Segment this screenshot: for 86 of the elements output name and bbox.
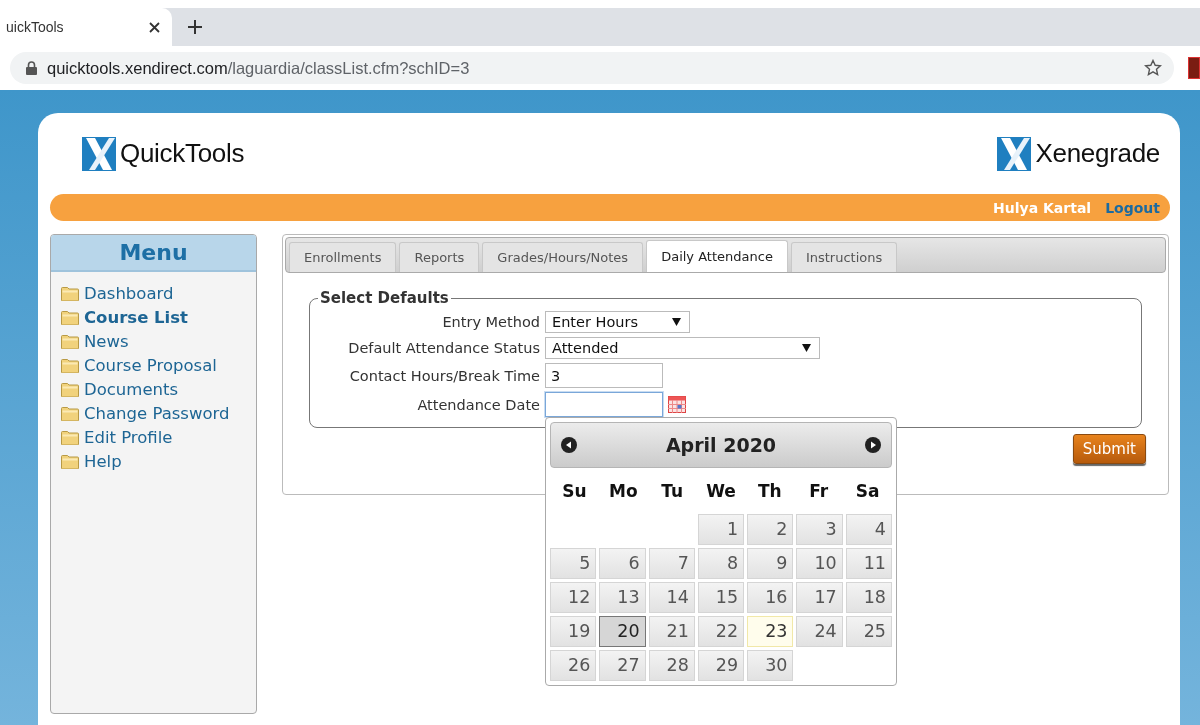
day-cell[interactable]: 13 <box>599 582 646 613</box>
folder-icon <box>61 309 79 325</box>
day-cell[interactable]: 23 <box>747 616 794 647</box>
weekday-label: Sa <box>854 481 881 501</box>
field-label: Contact Hours/Break Time <box>348 367 540 384</box>
browser-tab[interactable]: uickTools <box>0 8 172 46</box>
tab[interactable]: Enrollments <box>289 242 397 272</box>
submit-button[interactable]: Submit <box>1072 434 1146 464</box>
day-cell[interactable]: 30 <box>747 650 794 681</box>
tab[interactable]: Daily Attendance <box>646 240 788 272</box>
day-cell[interactable]: 11 <box>845 548 892 579</box>
caret-icon <box>802 344 811 352</box>
folder-icon <box>61 405 79 421</box>
weekday-label: Tu <box>660 481 685 501</box>
address-bar[interactable]: quicktools.xendirect.com/laguardia/classList.cfm?schID=3 <box>10 52 1175 84</box>
star-icon[interactable] <box>1144 59 1163 77</box>
x-logo-icon <box>997 136 1032 171</box>
date-field[interactable] <box>545 392 663 417</box>
folder-icon <box>61 453 79 469</box>
day-cell[interactable]: 2 <box>747 514 794 545</box>
day-cell[interactable]: 26 <box>550 650 597 681</box>
dropdown[interactable]: Attended <box>545 337 820 359</box>
day-cell[interactable]: 17 <box>796 582 843 613</box>
x-logo-icon <box>82 136 116 171</box>
app-logo: QuickTools <box>120 138 245 169</box>
input-field[interactable]: 3 <box>545 363 663 388</box>
menu-item[interactable]: Edit Profile <box>61 425 256 449</box>
day-cell[interactable]: 6 <box>599 548 646 579</box>
day-cell[interactable]: 19 <box>550 616 597 647</box>
day-cell[interactable]: 7 <box>648 548 695 579</box>
menu-title: Menu <box>51 235 256 272</box>
day-cell[interactable]: 29 <box>697 650 745 681</box>
tab[interactable]: Reports <box>399 242 480 272</box>
next-month-icon[interactable] <box>865 437 881 453</box>
day-cell[interactable]: 4 <box>845 514 892 545</box>
previous-month-icon[interactable] <box>561 437 577 453</box>
folder-icon <box>61 285 79 301</box>
day-cell[interactable]: 18 <box>845 582 892 613</box>
menu-item[interactable]: Course Proposal <box>61 353 256 377</box>
field-label: Attendance Date <box>416 396 540 413</box>
close-icon[interactable] <box>149 21 160 33</box>
folder-icon <box>61 357 79 373</box>
month-title: April 2020 <box>665 434 777 456</box>
day-cell[interactable]: 5 <box>550 548 597 579</box>
company-logo: Xenegrade <box>1035 138 1160 169</box>
folder-icon <box>61 333 79 349</box>
weekday-label: Fr <box>808 481 830 501</box>
day-cell[interactable]: 27 <box>599 650 646 681</box>
day-cell[interactable]: 15 <box>697 582 745 613</box>
folder-icon <box>61 429 79 445</box>
calendar-icon[interactable] <box>668 396 686 413</box>
folder-icon <box>61 381 79 397</box>
dropdown[interactable]: Enter Hours <box>545 311 690 333</box>
menu-item[interactable]: Dashboard <box>61 281 256 305</box>
day-cell[interactable]: 22 <box>697 616 745 647</box>
day-cell[interactable]: 10 <box>796 548 843 579</box>
menu-item[interactable]: Documents <box>61 377 256 401</box>
new-tab-icon[interactable] <box>188 20 202 34</box>
weekday-label: We <box>705 481 737 501</box>
day-cell[interactable]: 25 <box>845 616 892 647</box>
tab[interactable]: Instructions <box>790 242 898 272</box>
day-cell[interactable]: 20 <box>599 616 646 647</box>
field-label: Entry Method <box>441 314 540 330</box>
tab[interactable]: Grades/Hours/Notes <box>482 242 644 272</box>
day-cell[interactable]: 16 <box>747 582 794 613</box>
day-cell[interactable]: 12 <box>550 582 597 613</box>
day-cell[interactable]: 14 <box>648 582 695 613</box>
url-text: quicktools.xendirect.com/laguardia/classList.cfm?schID=3 <box>47 58 471 78</box>
weekday-label: Su <box>561 481 588 501</box>
caret-icon <box>672 318 681 326</box>
day-cell[interactable]: 24 <box>796 616 843 647</box>
menu-item[interactable]: Course List <box>61 305 256 329</box>
day-cell[interactable]: 1 <box>697 514 745 545</box>
user-name: Hulya Kartal <box>993 199 1092 216</box>
lock-icon <box>26 61 37 75</box>
menu-item[interactable]: Change Password <box>61 401 256 425</box>
weekday-label: Th <box>757 481 783 501</box>
day-cell[interactable]: 28 <box>648 650 695 681</box>
day-cell[interactable]: 9 <box>747 548 794 579</box>
field-label: Default Attendance Status <box>347 340 540 356</box>
menu-item[interactable]: News <box>61 329 256 353</box>
day-cell[interactable]: 3 <box>796 514 843 545</box>
weekday-label: Mo <box>607 481 639 501</box>
menu-item[interactable]: Help <box>61 449 256 473</box>
day-cell[interactable]: 8 <box>697 548 745 579</box>
day-cell[interactable]: 21 <box>648 616 695 647</box>
